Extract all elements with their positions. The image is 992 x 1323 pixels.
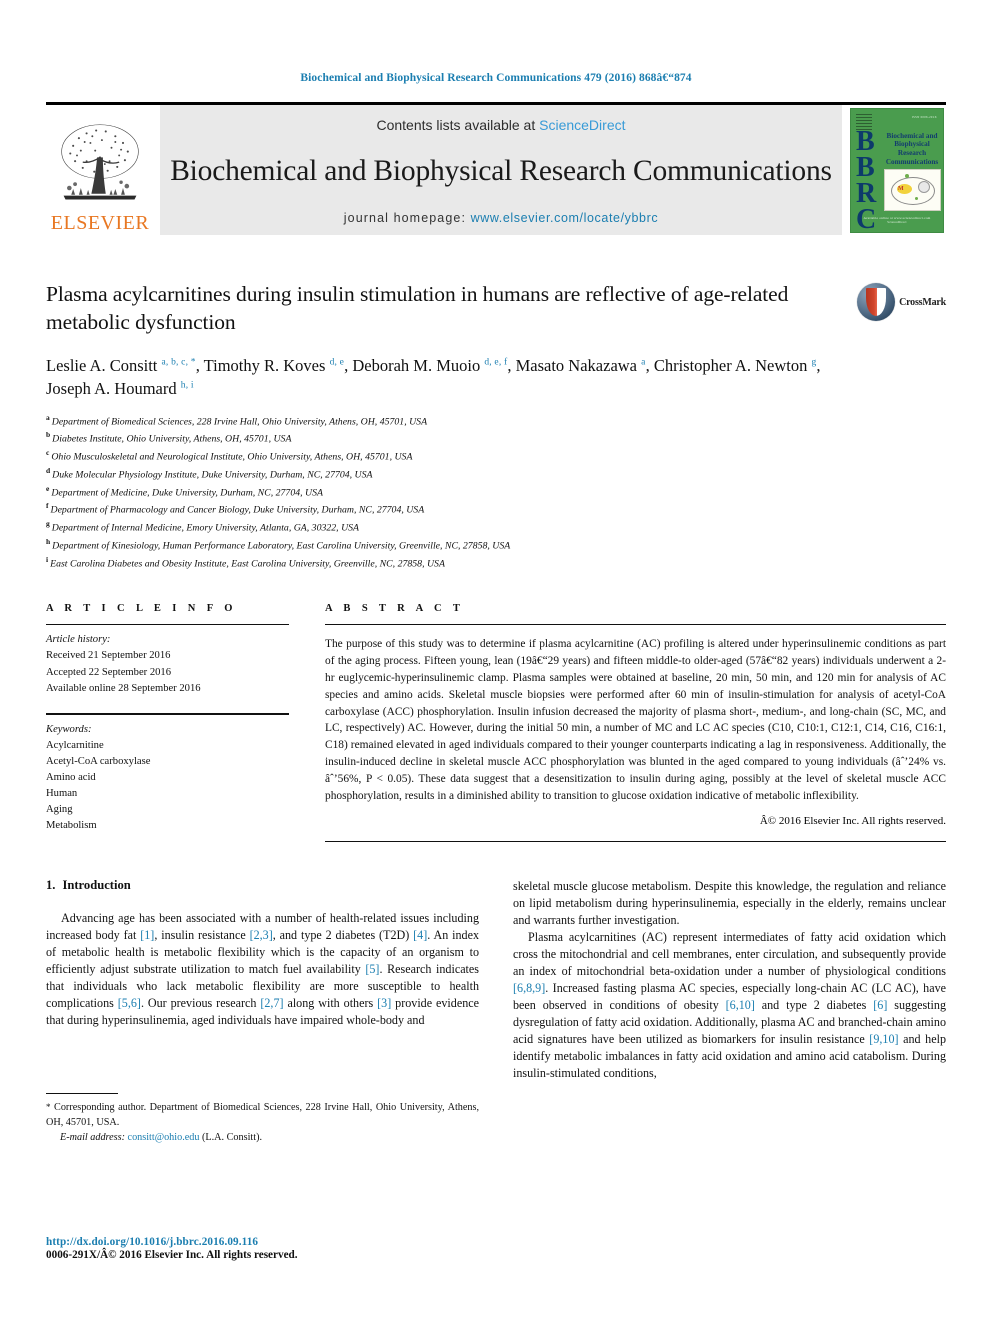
affiliation-item: i East Carolina Diabetes and Obesity Inst… [46, 554, 445, 569]
keywords-block: Keywords: Acylcarnitine Acetyl-CoA carbox… [46, 715, 289, 835]
list-item: Available online 28 September 2016 [46, 682, 201, 694]
doi-link[interactable]: http://dx.doi.org/10.1016/j.bbrc.2016.09… [46, 1236, 298, 1248]
introduction-heading: 1. Introduction [46, 878, 479, 893]
crossmark-label: CrossMark [899, 296, 946, 308]
affiliation-mark: f [46, 501, 49, 511]
body-column-left: 1. Introduction Advancing age has been as… [46, 878, 480, 1143]
cover-art: ISSN 0006-291X BBRC Biochemical and Biop… [850, 107, 944, 233]
running-head: Biochemical and Biophysical Research Com… [300, 72, 692, 84]
corresponding-author-note: * Corresponding author. Department of Bi… [46, 1102, 479, 1128]
author-list: Leslie A. Consitt a, b, c, *, Timothy R.… [46, 355, 821, 399]
affiliation-mark: a [46, 412, 50, 422]
affiliation-item: f Department of Pharmacology and Cancer B… [46, 501, 425, 516]
list-item: Human [46, 788, 78, 800]
list-item: Amino acid [46, 771, 96, 783]
article-info-heading: A R T I C L E I N F O [46, 603, 237, 615]
affiliation-mark: d [46, 465, 51, 475]
affiliation-item: a Department of Biomedical Sciences, 228 … [46, 412, 428, 427]
keywords-label: Keywords: [46, 723, 92, 735]
footnote-block: * Corresponding author. Department of Bi… [46, 1093, 479, 1145]
section-title: Introduction [62, 878, 131, 893]
email-label: E-mail address: [60, 1131, 125, 1143]
contents-prefix: Contents lists available at [376, 117, 540, 133]
journal-cover-thumbnail: ISSN 0006-291X BBRC Biochemical and Biop… [848, 105, 946, 235]
cover-journal-name: Biochemical and Biophysical Research Com… [885, 131, 939, 166]
list-item: Received 21 September 2016 [46, 650, 171, 662]
journal-title: Biochemical and Biophysical Research Com… [170, 155, 832, 188]
abstract-copyright: Â© 2016 Elsevier Inc. All rights reserve… [759, 815, 946, 828]
title-block: Plasma acylcarnitines during insulin sti… [46, 281, 946, 571]
affiliation-item: g Department of Internal Medicine, Emory … [46, 519, 360, 534]
email-link[interactable]: consitt@ohio.edu [128, 1132, 200, 1143]
body-column-right: skeletal muscle glucose metabolism. Desp… [513, 878, 946, 1081]
affiliation-mark: b [46, 430, 51, 440]
list-item: Metabolism [46, 820, 97, 832]
cover-topright-text: ISSN 0006-291X [911, 114, 937, 119]
cover-diagram: M [884, 168, 941, 211]
intro-paragraph-right-2: Plasma acylcarnitines (AC) represent int… [513, 930, 946, 1080]
elsevier-wordmark: ELSEVIER [50, 212, 150, 234]
affiliation-mark: e [46, 483, 50, 493]
keywords-wrap: Keywords: Acylcarnitine Acetyl-CoA carbox… [46, 712, 289, 835]
article-history-label: Article history: [46, 634, 111, 646]
affiliation-mark: h [46, 536, 51, 546]
affiliation-item: e Department of Medicine, Duke University… [46, 483, 323, 498]
intro-paragraph-right-1: skeletal muscle glucose metabolism. Desp… [513, 879, 946, 928]
affiliation-item: d Duke Molecular Physiology Institute, Du… [46, 465, 373, 481]
abstract-heading: A B S T R A C T [325, 603, 465, 615]
crossmark-badge-group[interactable]: CrossMark [857, 283, 946, 321]
homepage-url-link[interactable]: www.elsevier.com/locate/ybbrc [471, 211, 659, 225]
article-info-column: A R T I C L E I N F O Article history: R… [46, 603, 289, 842]
affiliation-mark: i [46, 554, 49, 564]
affiliation-item: b Diabetes Institute, Ohio University, At… [46, 430, 292, 445]
cover-bottom-text: Available online at www.sciencedirect.co… [863, 215, 931, 224]
affiliation-mark: g [46, 519, 50, 529]
affiliation-list: a Department of Biomedical Sciences, 228 … [46, 412, 826, 572]
list-item: Aging [46, 804, 73, 816]
affiliation-mark: c [46, 448, 50, 458]
elsevier-logo: ELSEVIER [46, 105, 154, 235]
affiliation-item: c Ohio Musculoskeletal and Neurological I… [46, 448, 413, 463]
issn-copyright-line: 0006-291X/Â© 2016 Elsevier Inc. All righ… [46, 1249, 298, 1261]
body-columns: 1. Introduction Advancing age has been as… [46, 878, 946, 1143]
masthead-center: Contents lists available at ScienceDirec… [160, 105, 842, 235]
abstract-text: The purpose of this study was to determi… [325, 638, 946, 802]
elsevier-tree-icon [61, 124, 139, 200]
paper-page: Biochemical and Biophysical Research Com… [0, 0, 992, 1323]
journal-homepage-line: journal homepage: www.elsevier.com/locat… [344, 211, 658, 225]
homepage-label: journal homepage: [343, 211, 471, 225]
abstract-column: A B S T R A C T The purpose of this stud… [325, 603, 946, 843]
sciencedirect-link[interactable]: ScienceDirect [539, 117, 625, 133]
affiliation-item: h Department of Kinesiology, Human Perfor… [46, 536, 511, 552]
article-history: Article history: Received 21 September 2… [46, 625, 289, 696]
crossmark-icon [857, 283, 896, 321]
history-list: Received 21 September 2016 Accepted 22 Se… [46, 648, 289, 696]
list-item: Accepted 22 September 2016 [46, 666, 172, 678]
abstract-rule-bottom [325, 841, 946, 843]
list-item: Acetyl-CoA carboxylase [46, 755, 151, 767]
email-note: E-mail address: consitt@ohio.edu (L.A. C… [46, 1131, 479, 1146]
article-title: Plasma acylcarnitines during insulin sti… [46, 282, 789, 334]
contents-available-line: Contents lists available at ScienceDirec… [376, 117, 625, 133]
keywords-list: Acylcarnitine Acetyl-CoA carboxylase Amino… [46, 738, 289, 835]
intro-paragraph-left: Advancing age has been associated with a… [46, 911, 480, 1027]
info-abstract-row: A R T I C L E I N F O Article history: R… [46, 603, 946, 843]
journal-masthead: ELSEVIER Contents lists available at Sci… [46, 102, 946, 235]
section-number: 1. [46, 878, 56, 893]
email-suffix: (L.A. Consitt). [202, 1131, 263, 1143]
page-footer: http://dx.doi.org/10.1016/j.bbrc.2016.09… [46, 1236, 298, 1261]
list-item: Acylcarnitine [46, 739, 104, 751]
footnote-rule [46, 1093, 118, 1095]
